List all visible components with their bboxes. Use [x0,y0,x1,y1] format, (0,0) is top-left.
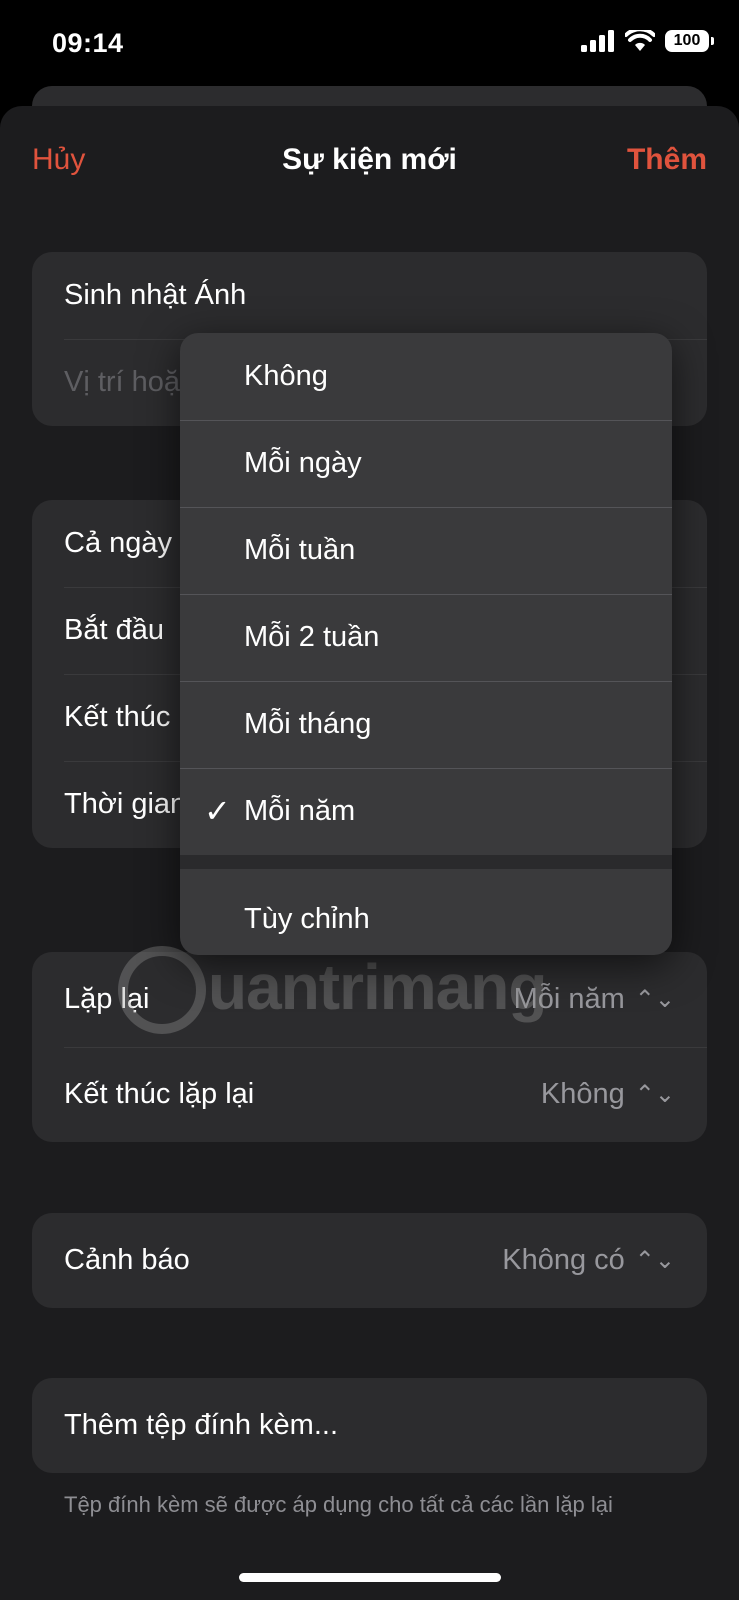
end-repeat-value: Không ⌃⌄ [540,1078,675,1110]
menu-item-custom[interactable]: Tùy chỉnh [180,869,672,955]
menu-item-biweekly[interactable]: Mỗi 2 tuần [180,594,672,681]
status-bar: 09:14 100 [0,0,739,90]
start-label: Bắt đầu [64,614,164,646]
menu-item-weekly[interactable]: Mỗi tuần [180,507,672,594]
menu-item-monthly[interactable]: Mỗi tháng [180,681,672,768]
repeat-menu: Không Mỗi ngày Mỗi tuần Mỗi 2 tuần Mỗi t… [180,333,672,955]
menu-separator [180,855,672,869]
status-icons: 100 [581,30,714,52]
attachment-note: Tệp đính kèm sẽ được áp dụng cho tất cả … [64,1492,613,1517]
alert-label: Cảnh báo [64,1244,190,1276]
wifi-icon [625,30,655,51]
menu-item-none[interactable]: Không [180,333,672,420]
watermark-text: uantrimang [208,951,547,1023]
cellular-signal-icon [581,30,614,52]
chevron-up-down-icon: ⌃⌄ [634,1247,675,1274]
alert-row[interactable]: Cảnh báo Không có ⌃⌄ [32,1213,707,1308]
watermark-logo: uantrimang [118,942,598,1042]
all-day-label: Cả ngày [64,527,173,559]
battery-icon: 100 [665,30,714,52]
chevron-up-down-icon: ⌃⌄ [634,1081,675,1108]
chevron-up-down-icon: ⌃⌄ [634,986,675,1013]
attachment-group: Thêm tệp đính kèm... [32,1378,707,1473]
status-time: 09:14 [52,28,124,58]
home-indicator[interactable] [239,1573,501,1582]
add-attachment-button[interactable]: Thêm tệp đính kèm... [32,1378,707,1473]
alert-value: Không có ⌃⌄ [502,1244,675,1276]
end-label: Kết thúc [64,701,171,733]
alert-group: Cảnh báo Không có ⌃⌄ [32,1213,707,1308]
event-title-field[interactable]: Sinh nhật Ánh [32,252,707,339]
cancel-button[interactable]: Hủy [32,143,85,177]
end-repeat-row[interactable]: Kết thúc lặp lại Không ⌃⌄ [32,1047,707,1142]
menu-item-daily[interactable]: Mỗi ngày [180,420,672,507]
end-repeat-label: Kết thúc lặp lại [64,1078,255,1110]
menu-item-yearly[interactable]: ✓ Mỗi năm [180,768,672,855]
add-button[interactable]: Thêm [627,143,707,177]
checkmark-icon: ✓ [204,793,231,829]
watermark-circle-icon [118,946,206,1034]
